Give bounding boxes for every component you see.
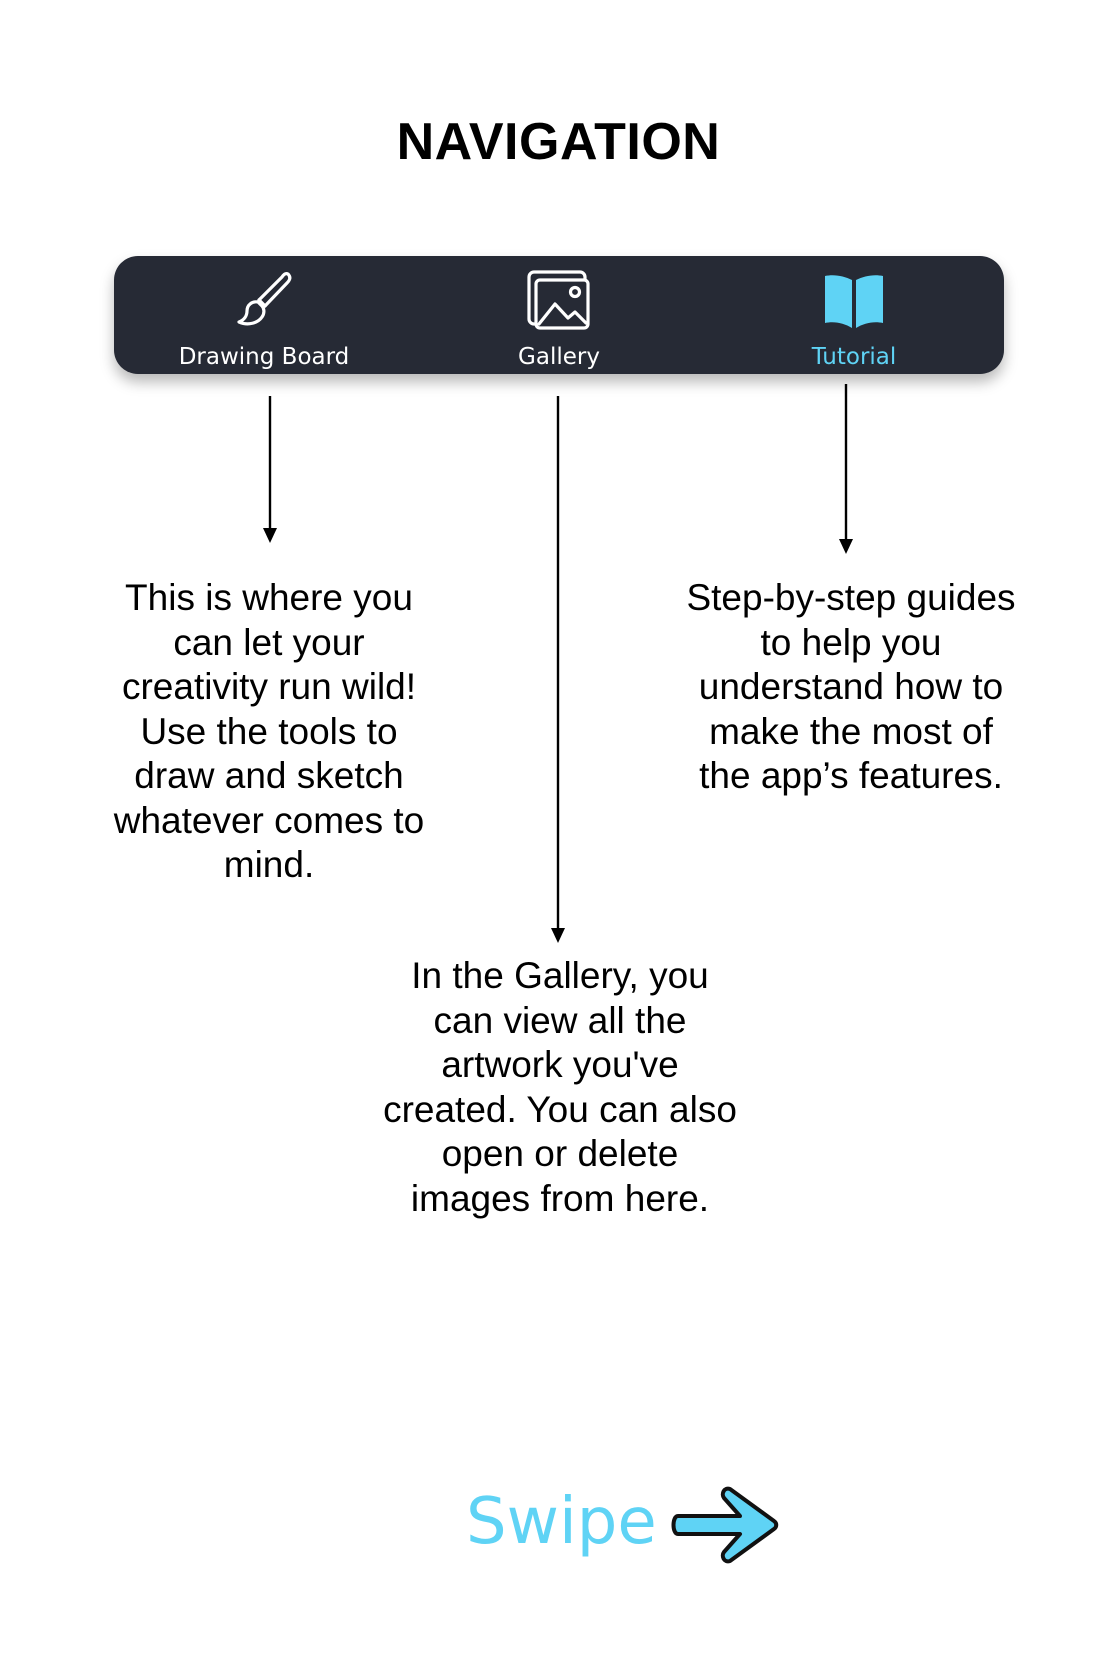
page-title: NAVIGATION [396,113,721,171]
tutorial-description: Step-by-step guides to help you understa… [686,577,1016,796]
gallery-pointer-arrow [548,396,568,944]
image-gallery-icon [429,268,689,332]
swipe-label: Swipe [466,1485,657,1559]
nav-item-gallery[interactable]: Gallery [429,256,689,374]
tutorial-pointer-arrow [836,384,856,555]
nav-label-drawing-board: Drawing Board [178,344,350,370]
bottom-navigation-bar: Drawing Board Gallery Tutorial [114,256,1004,374]
swipe-hint[interactable]: Swipe [466,1476,786,1572]
right-arrow-icon [668,1480,786,1568]
gallery-description: In the Gallery, you can view all the art… [383,955,737,1219]
nav-label-tutorial: Tutorial [811,344,897,370]
drawing-board-pointer-arrow [260,396,280,544]
paintbrush-icon [134,268,394,332]
nav-item-tutorial[interactable]: Tutorial [724,256,984,374]
nav-label-gallery: Gallery [518,344,600,370]
open-book-icon [724,268,984,332]
drawing-board-description: This is where you can let your creativit… [113,577,425,885]
nav-item-drawing-board[interactable]: Drawing Board [134,256,394,374]
